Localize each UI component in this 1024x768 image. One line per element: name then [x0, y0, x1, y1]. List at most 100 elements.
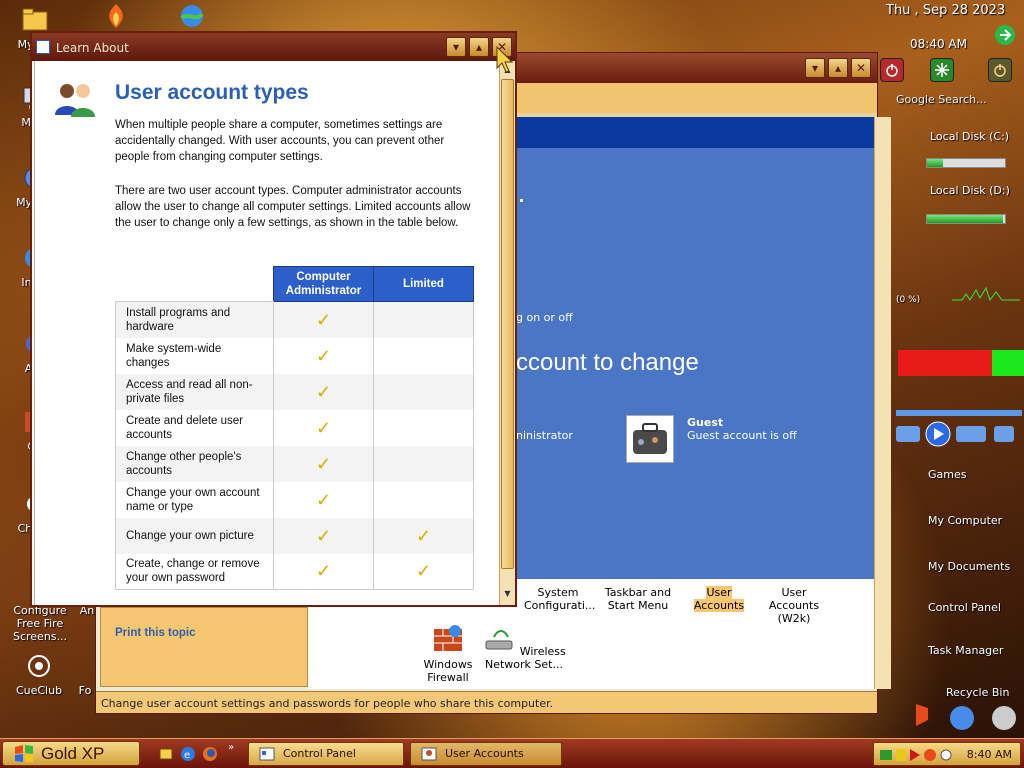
table-row: Create, change or remove your own passwo… [115, 553, 474, 590]
table-body: Install programs and hardware ✓ Make syste… [115, 301, 474, 590]
permission-label: Change other people's accounts [115, 445, 274, 482]
desktop-icon-label: CueClub [15, 684, 63, 697]
guest-avatar [626, 415, 674, 463]
limited-check [373, 481, 474, 518]
sidebar-link-my-computer[interactable]: My Computer [928, 514, 1002, 527]
guest-status: Guest account is off [687, 429, 797, 442]
learn-about-titlebar[interactable]: Learn About ▾ ▴ ✕ [32, 33, 515, 61]
quicklaunch-more-icon[interactable]: » [228, 742, 234, 753]
cpl-item-label: User Accounts (W2k) [768, 586, 820, 625]
permission-label: Change your own picture [115, 517, 274, 554]
disk-d-fill [927, 215, 1003, 223]
limited-check [373, 373, 474, 410]
permission-label: Create and delete user accounts [115, 409, 274, 446]
minimize-button[interactable]: ▾ [446, 37, 466, 57]
restart-button[interactable] [930, 58, 954, 82]
sidebar-link-recycle-bin[interactable]: Recycle Bin [946, 686, 1009, 699]
print-topic-link[interactable]: Print this topic [115, 627, 196, 639]
cursor-icon [496, 46, 514, 73]
table-row: Create and delete user accounts ✓ [115, 409, 474, 446]
maximize-button[interactable]: ▴ [469, 37, 489, 57]
globe-icon[interactable] [176, 2, 208, 30]
scroll-down-icon[interactable]: ▼ [501, 587, 514, 601]
internet-explorer-icon[interactable]: e [180, 746, 196, 762]
sidebar-gadgets: Thu , Sep 28 2023 08:40 AM Google Search… [878, 0, 1024, 738]
cpl-user-accounts-w2k[interactable]: User Accounts (W2k) [758, 586, 830, 625]
admin-account-label[interactable]: ninistrator [516, 429, 573, 442]
table-row: Change your own account name or type ✓ [115, 481, 474, 518]
taskbar: Gold XP e » Control Panel User Accounts … [0, 738, 1024, 768]
table-row: Access and read all non-private files ✓ [115, 373, 474, 410]
pick-account-heading: ccount to change [516, 349, 699, 376]
status-bar: Change user account settings and passwor… [96, 691, 877, 713]
tray-icons [880, 749, 952, 761]
maximize-icon: ▴ [834, 61, 842, 75]
table-row: Install programs and hardware ✓ [115, 301, 474, 338]
disk-c-usage-bar [926, 158, 1006, 168]
account-types-table: Computer Administrator Limited Install p… [115, 266, 474, 590]
flame-icon[interactable] [100, 2, 132, 30]
system-tray: 8:40 AM [873, 742, 1021, 766]
firefox-icon[interactable] [202, 746, 218, 762]
status-text: Change user account settings and passwor… [101, 697, 554, 710]
sidebar-link-control-panel[interactable]: Control Panel [928, 601, 1001, 614]
disk-c-fill [927, 159, 943, 167]
user-accounts-scrollbar[interactable] [874, 117, 891, 689]
cpl-item-label: User Accounts [693, 586, 745, 612]
cpl-item-label: Taskbar and Start Menu [604, 586, 672, 612]
taskbar-item-control-panel[interactable]: Control Panel [248, 742, 404, 766]
table-row: Change other people's accounts ✓ [115, 445, 474, 482]
permission-label: Create, change or remove your own passwo… [115, 553, 274, 590]
taskbar-item-label: Control Panel [283, 747, 356, 760]
google-search-input[interactable]: Google Search... [896, 93, 1020, 111]
user-accounts-banner [516, 117, 874, 148]
power-off-button[interactable] [880, 58, 904, 82]
cpl-system-configuration[interactable]: System Configurati... [524, 586, 595, 612]
svg-text:e: e [184, 750, 190, 761]
cpl-wireless-network-setup[interactable]: Wireless Network Set... [482, 623, 566, 671]
permission-label: Access and read all non-private files [115, 373, 274, 410]
sparkle-icon [935, 63, 949, 77]
close-icon: ✕ [855, 61, 867, 75]
cpl-user-accounts[interactable]: User Accounts [680, 586, 758, 612]
sidebar-link-task-manager[interactable]: Task Manager [928, 644, 1003, 657]
disk-d-usage-bar [926, 214, 1006, 224]
taskbar-item-user-accounts[interactable]: User Accounts [410, 742, 562, 766]
admin-check: ✓ [273, 301, 374, 338]
tray-shortcuts [916, 704, 1016, 730]
cpl-taskbar-start-menu[interactable]: Taskbar and Start Menu [604, 586, 672, 612]
cpl-windows-firewall[interactable]: Windows Firewall [412, 623, 484, 684]
user-accounts-content [516, 117, 874, 579]
arrow-right-icon[interactable] [994, 24, 1016, 46]
minimize-button[interactable]: ▾ [805, 58, 825, 78]
power-icon [994, 64, 1006, 77]
desktop-icon-label: Configure Free Fire Screens... [12, 604, 68, 643]
learn-about-scrollbar[interactable]: ▲ ▼ [499, 61, 515, 605]
user-accounts-icon [421, 747, 437, 761]
close-button[interactable]: ✕ [851, 58, 871, 78]
maximize-button[interactable]: ▴ [828, 58, 848, 78]
show-desktop-icon[interactable] [158, 746, 174, 762]
limited-check [373, 301, 474, 338]
sidebar-link-my-documents[interactable]: My Documents [928, 560, 1010, 573]
limited-check [373, 445, 474, 482]
start-label: Gold XP [41, 744, 105, 763]
guest-name: Guest [687, 416, 724, 429]
table-corner [115, 266, 274, 302]
taskbar-item-label: User Accounts [445, 747, 524, 760]
standby-button[interactable] [988, 58, 1012, 82]
power-icon [886, 64, 898, 77]
admin-check: ✓ [273, 409, 374, 446]
desktop-icon-cueclub[interactable]: CueClub [4, 650, 74, 697]
sidebar-link-games[interactable]: Games [928, 468, 966, 481]
maximize-icon: ▴ [475, 40, 483, 54]
media-progress[interactable] [896, 410, 1022, 416]
wireless-icon [485, 630, 513, 650]
start-flag-icon [15, 745, 33, 762]
limited-check: ✓ [373, 553, 474, 590]
scroll-thumb[interactable] [501, 79, 514, 569]
turn-on-off-link[interactable]: g on or off [516, 311, 573, 324]
desktop-icon-label: Fo [78, 684, 92, 697]
start-button[interactable]: Gold XP [2, 741, 140, 766]
cpu-usage: (0 %) [896, 295, 921, 305]
